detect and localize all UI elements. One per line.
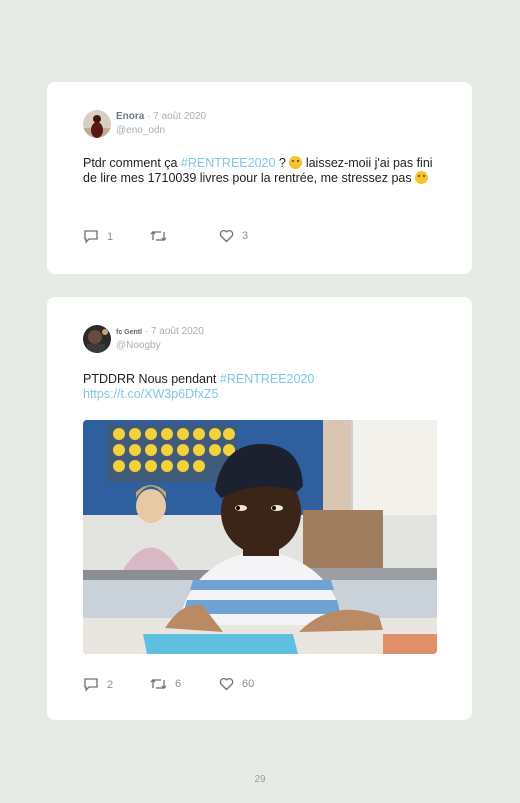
author-name[interactable]: Enora <box>116 111 144 122</box>
hashtag-link[interactable]: #RENTREE2020 <box>181 156 276 170</box>
retweet-icon <box>150 679 167 689</box>
retweet-icon <box>150 231 167 241</box>
like-button[interactable]: 3 <box>219 229 248 243</box>
reply-count: 2 <box>107 678 114 691</box>
tweet-url-link[interactable]: https://t.co/XW3p6DfxZ5 <box>83 387 218 401</box>
author-line: Enora · 7 août 2020 <box>116 111 206 122</box>
tweet-text: PTDDRR Nous pendant #RENTREE2020 https:/… <box>83 372 443 402</box>
like-count: 60 <box>242 678 255 690</box>
avatar[interactable] <box>83 110 111 138</box>
retweet-button[interactable] <box>150 229 175 243</box>
tweet-text: Ptdr comment ça #RENTREE2020 ? laissez-m… <box>83 156 443 186</box>
tweet-card: Enora · 7 août 2020 @eno_odn Ptdr commen… <box>47 82 472 274</box>
author-handle[interactable]: @eno_odn <box>116 125 165 136</box>
tweet-text-part: PTDDRR Nous pendant <box>83 372 220 386</box>
author-handle[interactable]: @Noogby <box>116 340 161 351</box>
classroom-photo <box>83 420 437 654</box>
author-name[interactable]: fc Gentl <box>116 329 142 336</box>
tweet-card: fc Gentl · 7 août 2020 @Noogby PTDDRR No… <box>47 297 472 720</box>
crying-face-emoji-icon <box>415 171 429 184</box>
reply-button[interactable]: 1 <box>83 229 113 244</box>
retweet-button[interactable]: 6 <box>150 677 181 691</box>
retweet-count: 6 <box>175 678 182 690</box>
tweet-image[interactable] <box>83 420 437 654</box>
tweet-text-part: ? <box>275 156 290 170</box>
author-line: fc Gentl · 7 août 2020 <box>116 326 204 337</box>
page-number: 29 <box>254 774 266 785</box>
reply-button[interactable]: 2 <box>83 677 113 692</box>
avatar[interactable] <box>83 325 111 353</box>
heart-icon <box>219 229 234 243</box>
hashtag-link[interactable]: #RENTREE2020 <box>220 372 315 386</box>
like-count: 3 <box>242 230 249 242</box>
reply-count: 1 <box>107 230 114 243</box>
tweet-actions: 2 6 60 <box>83 677 303 693</box>
tweet-date: · 7 août 2020 <box>144 326 204 337</box>
reply-icon <box>84 678 98 692</box>
tweet-text-part: Ptdr comment ça <box>83 156 181 170</box>
like-button[interactable]: 60 <box>219 677 254 691</box>
tweet-actions: 1 3 <box>83 229 303 245</box>
crying-face-emoji-icon <box>289 156 303 169</box>
heart-icon <box>219 677 234 691</box>
reply-icon <box>84 230 98 244</box>
tweet-date: · 7 août 2020 <box>147 111 207 122</box>
